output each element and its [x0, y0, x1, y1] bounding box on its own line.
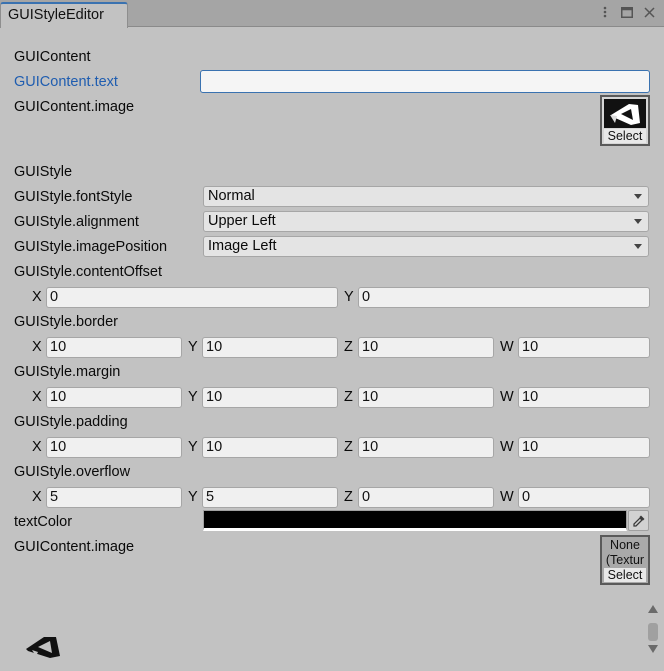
- border-w-axis-label: W: [500, 339, 514, 355]
- textcolor-swatch[interactable]: [203, 510, 627, 531]
- margin-y-input[interactable]: 10: [202, 387, 338, 408]
- border-label: GUIStyle.border: [14, 314, 118, 330]
- guicontent-text-input[interactable]: [200, 70, 650, 93]
- contentoffset-label: GUIStyle.contentOffset: [14, 264, 163, 280]
- overflow-y-axis-label: Y: [188, 489, 198, 505]
- guistyle-image-select-button[interactable]: Select: [604, 568, 646, 582]
- overflow-x-input[interactable]: 5: [46, 487, 182, 508]
- overflow-z-axis-label: Z: [344, 489, 353, 505]
- tab-guistyleeditor[interactable]: GUIStyleEditor: [0, 2, 128, 28]
- overflow-w-input[interactable]: 0: [518, 487, 650, 508]
- padding-x-axis-label: X: [32, 439, 42, 455]
- border-x-axis-label: X: [32, 339, 42, 355]
- guistyle-image-field[interactable]: None (Textur Select: [600, 535, 650, 585]
- eyedropper-icon[interactable]: [628, 510, 649, 531]
- dropdown-arrow-icon: [634, 244, 642, 249]
- window-titlebar: GUIStyleEditor: [0, 0, 664, 28]
- dropdown-arrow-icon: [634, 194, 642, 199]
- unity-logo-icon: [604, 99, 646, 128]
- padding-y-axis-label: Y: [188, 439, 198, 455]
- padding-w-input[interactable]: 10: [518, 437, 650, 458]
- fontstyle-dropdown[interactable]: Normal: [203, 186, 649, 207]
- guicontent-text-label: GUIContent.text: [14, 74, 118, 90]
- fontstyle-label: GUIStyle.fontStyle: [14, 189, 133, 205]
- contentoffset-y-axis-label: Y: [344, 289, 354, 305]
- margin-x-input[interactable]: 10: [46, 387, 182, 408]
- close-icon[interactable]: [642, 5, 656, 19]
- scrollbar[interactable]: [645, 603, 661, 655]
- margin-y-axis-label: Y: [188, 389, 198, 405]
- contentoffset-x-axis-label: X: [32, 289, 42, 305]
- margin-label: GUIStyle.margin: [14, 364, 121, 380]
- margin-z-input[interactable]: 10: [358, 387, 494, 408]
- padding-x-input[interactable]: 10: [46, 437, 182, 458]
- overflow-label: GUIStyle.overflow: [14, 464, 131, 480]
- contentoffset-y-input[interactable]: 0: [358, 287, 650, 308]
- imageposition-label: GUIStyle.imagePosition: [14, 239, 168, 255]
- guicontent-image-label: GUIContent.image: [14, 99, 135, 115]
- window-buttons: [598, 5, 656, 19]
- border-w-input[interactable]: 10: [518, 337, 650, 358]
- image-none-text: None (Textur: [605, 538, 645, 567]
- alignment-value: Upper Left: [208, 213, 276, 229]
- fontstyle-value: Normal: [208, 188, 255, 204]
- preview-unity-icon: [24, 632, 64, 658]
- border-y-input[interactable]: 10: [202, 337, 338, 358]
- margin-x-axis-label: X: [32, 389, 42, 405]
- padding-label: GUIStyle.padding: [14, 414, 128, 430]
- padding-z-input[interactable]: 10: [358, 437, 494, 458]
- more-options-icon[interactable]: [598, 5, 612, 19]
- maximize-icon[interactable]: [620, 5, 634, 19]
- guistyle-header: GUIStyle: [14, 164, 73, 180]
- padding-y-input[interactable]: 10: [202, 437, 338, 458]
- padding-w-axis-label: W: [500, 439, 514, 455]
- guicontent-image-select-button[interactable]: Select: [604, 129, 646, 143]
- textcolor-label: textColor: [14, 514, 73, 530]
- imageposition-value: Image Left: [208, 238, 277, 254]
- dropdown-arrow-icon: [634, 219, 642, 224]
- overflow-x-axis-label: X: [32, 489, 42, 505]
- overflow-w-axis-label: W: [500, 489, 514, 505]
- border-z-input[interactable]: 10: [358, 337, 494, 358]
- guicontent-header: GUIContent: [14, 49, 91, 65]
- alignment-label: GUIStyle.alignment: [14, 214, 139, 230]
- border-z-axis-label: Z: [344, 339, 353, 355]
- contentoffset-x-input[interactable]: 0: [46, 287, 338, 308]
- margin-w-input[interactable]: 10: [518, 387, 650, 408]
- guicontent-image-field[interactable]: Select: [600, 95, 650, 146]
- overflow-y-input[interactable]: 5: [202, 487, 338, 508]
- border-x-input[interactable]: 10: [46, 337, 182, 358]
- padding-z-axis-label: Z: [344, 439, 353, 455]
- border-y-axis-label: Y: [188, 339, 198, 355]
- margin-z-axis-label: Z: [344, 389, 353, 405]
- margin-w-axis-label: W: [500, 389, 514, 405]
- guistyle-image-label: GUIContent.image: [14, 539, 135, 555]
- imageposition-dropdown[interactable]: Image Left: [203, 236, 649, 257]
- overflow-z-input[interactable]: 0: [358, 487, 494, 508]
- alignment-dropdown[interactable]: Upper Left: [203, 211, 649, 232]
